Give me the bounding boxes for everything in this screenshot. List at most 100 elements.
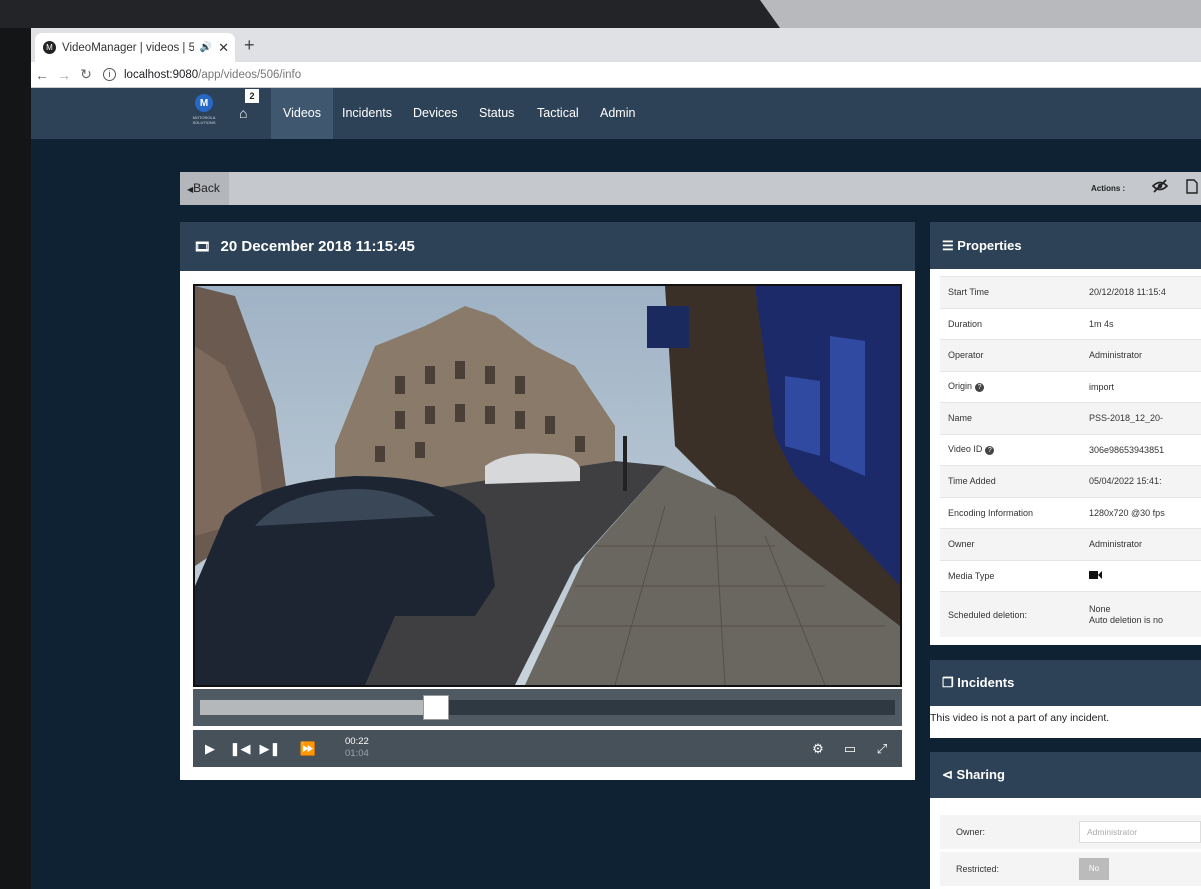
back-arrow-icon[interactable]: ←	[31, 67, 53, 83]
property-row-start-time: Start Time 20/12/2018 11:15:4	[940, 276, 1201, 308]
site-info-icon[interactable]: i	[103, 68, 116, 81]
seek-progress	[200, 700, 437, 715]
property-value: 306e98653943851	[1089, 444, 1165, 455]
video-panel: 🎞 20 December 2018 11:15:45 ▶ ❚◀ ▶❚ ⏩ 00…	[180, 222, 915, 780]
property-row-video-id: Video ID? 306e98653943851	[940, 433, 1201, 466]
nav-admin[interactable]: Admin	[588, 88, 647, 139]
property-label: Video ID	[948, 444, 983, 455]
url-path: /app/videos/506/info	[198, 68, 302, 81]
property-row-duration: Duration 1m 4s	[940, 307, 1201, 340]
property-value: PSS-2018_12_20-	[1089, 413, 1164, 424]
audio-playing-icon[interactable]: 🔊	[200, 42, 212, 53]
motorola-logo[interactable]: M MOTOROLA SOLUTIONS	[186, 94, 222, 134]
incidents-header: ❐ Incidents	[930, 660, 1201, 706]
home-icon[interactable]: ⌂	[239, 105, 247, 121]
forward-arrow-icon[interactable]: →	[53, 67, 75, 83]
reload-icon[interactable]: ↻	[75, 66, 97, 83]
property-row-encoding: Encoding Information 1280x720 @30 fps	[940, 496, 1201, 529]
playback-time: 00:22 01:04	[345, 736, 369, 760]
seek-bar[interactable]	[193, 689, 902, 726]
property-label: Name	[948, 413, 973, 424]
url-field[interactable]: i localhost:9080/app/videos/506/info	[103, 68, 301, 81]
browser-tab[interactable]: M VideoManager | videos | 506 🔊 ✕	[35, 33, 235, 62]
sharing-restricted-row: Restricted: No	[940, 852, 1201, 886]
sharing-title: Sharing	[956, 767, 1005, 782]
nav-tactical[interactable]: Tactical	[525, 88, 591, 139]
property-value: Administrator	[1089, 350, 1143, 361]
property-value: Administrator	[1089, 539, 1143, 550]
sharing-panel: ⊲ Sharing Owner: Administrator Restricte…	[930, 752, 1201, 889]
tab-title: VideoManager | videos | 506	[62, 41, 194, 54]
tab-close-icon[interactable]: ✕	[218, 40, 229, 56]
address-bar: ← → ↻ i localhost:9080/app/videos/506/in…	[31, 62, 1201, 88]
properties-panel: ☰ Properties Start Time 20/12/2018 11:15:…	[930, 222, 1201, 645]
property-label: Time Added	[948, 476, 996, 487]
current-time: 00:22	[345, 736, 369, 747]
browser-tab-strip: M VideoManager | videos | 506 🔊 ✕ +	[31, 28, 1201, 62]
properties-title: Properties	[957, 238, 1022, 253]
back-label: Back	[193, 181, 220, 195]
previous-frame-icon[interactable]: ❚◀	[225, 730, 255, 767]
nav-status[interactable]: Status	[467, 88, 526, 139]
notification-badge[interactable]: 2	[245, 89, 259, 103]
restricted-label: Restricted:	[956, 864, 1000, 874]
owner-input[interactable]: Administrator	[1079, 821, 1201, 843]
seek-handle[interactable]	[423, 695, 450, 720]
property-label: Operator	[948, 350, 984, 361]
property-value-note: Auto deletion is no	[1089, 614, 1164, 625]
property-row-origin: Origin? import	[940, 370, 1201, 403]
total-duration: 01:04	[345, 748, 369, 759]
nav-devices[interactable]: Devices	[401, 88, 469, 139]
hide-icon[interactable]	[1151, 179, 1169, 196]
property-label: Owner	[948, 539, 975, 550]
export-file-icon[interactable]	[1186, 179, 1198, 197]
sharing-owner-row: Owner: Administrator	[940, 815, 1201, 849]
seek-track[interactable]	[200, 695, 895, 720]
help-icon[interactable]: ?	[985, 446, 995, 456]
cast-screen-icon[interactable]: ▭	[835, 730, 865, 767]
nav-videos[interactable]: Videos	[271, 88, 333, 139]
play-icon[interactable]: ▶	[195, 730, 225, 767]
motorola-favicon-icon: M	[43, 41, 56, 54]
property-value: 1280x720 @30 fps	[1089, 507, 1165, 518]
incidents-title: Incidents	[957, 675, 1015, 690]
back-button[interactable]: ◀Back	[180, 172, 229, 205]
video-panel-header: 🎞 20 December 2018 11:15:45	[180, 222, 915, 271]
property-row-media-type: Media Type	[940, 559, 1201, 592]
properties-header: ☰ Properties	[930, 222, 1201, 269]
new-tab-button[interactable]: +	[244, 35, 255, 56]
motorola-logo-icon: M	[195, 94, 213, 112]
next-frame-icon[interactable]: ▶❚	[255, 730, 285, 767]
property-row-time-added: Time Added 05/04/2022 15:41:	[940, 465, 1201, 497]
property-label: Start Time	[948, 287, 990, 298]
sharing-header: ⊲ Sharing	[930, 752, 1201, 798]
property-label: Duration	[948, 318, 983, 329]
restricted-toggle[interactable]: No	[1079, 858, 1109, 880]
documents-icon: ❐	[942, 675, 954, 690]
property-value: import	[1089, 381, 1115, 392]
property-label: Scheduled deletion:	[948, 609, 1028, 620]
settings-gear-icon[interactable]: ⚙	[803, 730, 833, 767]
film-icon: 🎞	[194, 239, 211, 254]
property-label: Encoding Information	[948, 507, 1034, 518]
property-row-scheduled-deletion: Scheduled deletion: None Auto deletion is …	[940, 591, 1201, 637]
property-value: None	[1089, 603, 1111, 614]
screen: M VideoManager | videos | 506 🔊 ✕ + ← → …	[31, 28, 1201, 889]
app-navbar: M MOTOROLA SOLUTIONS 2 ⌂ Videos Incidents…	[31, 88, 1201, 139]
property-label: Origin	[948, 381, 973, 392]
incidents-empty-text: This video is not a part of any incident…	[930, 712, 1110, 724]
property-value: 1m 4s	[1089, 318, 1114, 329]
properties-table: Start Time 20/12/2018 11:15:4 Duration 1m …	[940, 276, 1201, 637]
help-icon[interactable]: ?	[975, 383, 985, 393]
video-player[interactable]	[193, 284, 902, 687]
motorola-logo-wordmark: MOTOROLA SOLUTIONS	[192, 115, 216, 125]
share-icon: ⊲	[942, 767, 953, 782]
nav-incidents[interactable]: Incidents	[330, 88, 404, 139]
property-label: Media Type	[948, 570, 995, 581]
player-controls: ▶ ❚◀ ▶❚ ⏩ 00:22 01:04 ⚙ ▭ ⤢	[193, 730, 902, 767]
fullscreen-icon[interactable]: ⤢	[867, 730, 897, 767]
url-host: localhost:9080	[124, 68, 199, 81]
property-value: 20/12/2018 11:15:4	[1089, 287, 1166, 298]
property-row-operator: Operator Administrator	[940, 339, 1201, 371]
fast-forward-icon[interactable]: ⏩	[293, 730, 323, 767]
